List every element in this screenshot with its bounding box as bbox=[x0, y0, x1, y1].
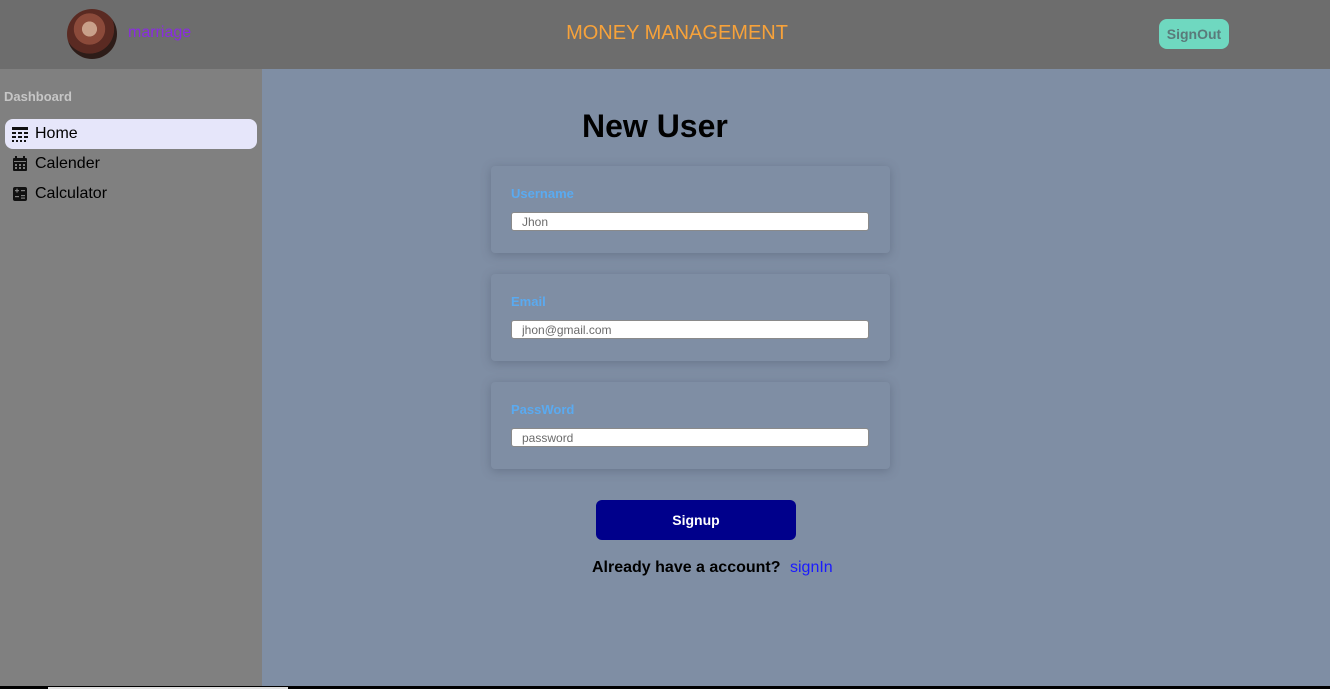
top-bar: marriage MONEY MANAGEMENT SignOut bbox=[0, 0, 1330, 69]
username-label: Username bbox=[511, 186, 574, 201]
app-title: MONEY MANAGEMENT bbox=[566, 22, 788, 44]
calendar-icon bbox=[13, 156, 27, 171]
email-label: Email bbox=[511, 294, 546, 309]
calculator-icon bbox=[13, 187, 27, 201]
signout-button[interactable]: SignOut bbox=[1159, 19, 1229, 49]
password-input[interactable] bbox=[511, 428, 869, 447]
sidebar-item-home[interactable]: Home bbox=[5, 119, 257, 149]
sidebar-item-calender[interactable]: Calender bbox=[5, 149, 257, 179]
email-card: Email bbox=[491, 274, 890, 361]
account-prompt: Already have a account? bbox=[592, 559, 781, 576]
username-input[interactable] bbox=[511, 212, 869, 231]
sidebar-heading: Dashboard bbox=[4, 89, 72, 104]
page-title: New User bbox=[582, 108, 728, 144]
sidebar-item-calculator[interactable]: Calculator bbox=[5, 179, 257, 209]
signup-button[interactable]: Signup bbox=[596, 500, 796, 540]
email-input[interactable] bbox=[511, 320, 869, 339]
password-card: PassWord bbox=[491, 382, 890, 469]
sidebar-item-label: Calender bbox=[35, 155, 100, 172]
sidebar: Dashboard Home Calender Calculator bbox=[0, 69, 262, 689]
username-card: Username bbox=[491, 166, 890, 253]
sidebar-item-label: Calculator bbox=[35, 185, 108, 202]
table-rows-icon bbox=[12, 127, 28, 142]
sidebar-item-label: Home bbox=[35, 125, 78, 142]
signin-link[interactable]: signIn bbox=[790, 559, 833, 577]
password-label: PassWord bbox=[511, 402, 575, 417]
